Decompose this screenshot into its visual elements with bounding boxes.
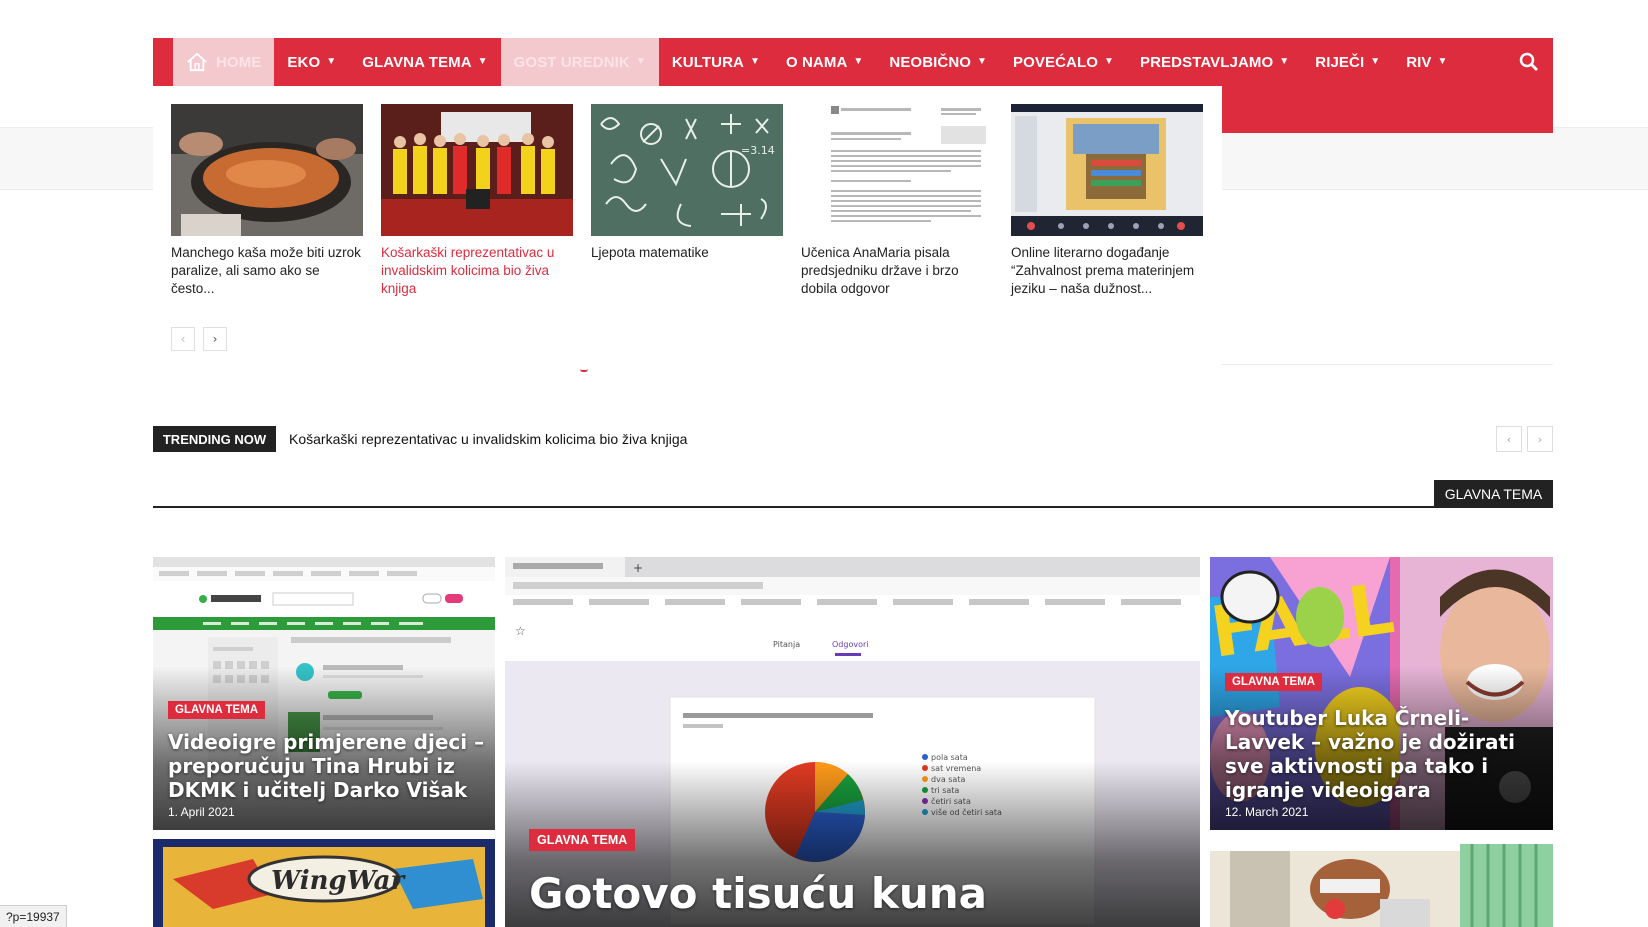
article-date: 1. April 2021 <box>168 805 235 819</box>
article-thumbnail[interactable] <box>801 104 993 236</box>
nav-label: GLAVNA TEMA <box>362 53 472 71</box>
nav-item-rijeci[interactable]: RIJEČI ▼ <box>1302 38 1393 86</box>
search-icon <box>1519 52 1539 72</box>
nav-label: NEOBIČNO <box>889 53 972 71</box>
nav-label: O NAMA <box>785 53 848 71</box>
chevron-down-icon: ▼ <box>1279 55 1290 67</box>
mega-menu-article[interactable]: =3.14 Ljepota matematike <box>591 104 783 262</box>
article-title[interactable]: Ljepota matematike <box>591 244 783 262</box>
nav-item-home[interactable]: HOME <box>173 38 275 86</box>
chevron-down-icon: ▼ <box>1437 55 1448 67</box>
nav-label: POVEĆALO <box>1013 53 1099 71</box>
article-thumbnail[interactable] <box>1011 104 1203 236</box>
nav-label: EKO <box>287 53 321 71</box>
article-tile[interactable]: + ☆ Odgovori Pitanja pola sata sat vreme… <box>505 557 1200 927</box>
section-title[interactable]: GLAVNA TEMA <box>1434 480 1553 508</box>
article-date: 12. March 2021 <box>1225 805 1309 819</box>
nav-label: PREDSTAVLJAMO <box>1140 53 1274 71</box>
chevron-down-icon: ▼ <box>977 55 988 67</box>
trending-headline[interactable]: Košarkaški reprezentativac u invalidskim… <box>289 426 687 452</box>
nav-item-o-nama[interactable]: O NAMA ▼ <box>773 38 876 86</box>
article-title[interactable]: Košarkaški reprezentativac u invalidskim… <box>381 244 573 298</box>
main-nav: HOME EKO ▼ GLAVNA TEMA ▼ GOST UREDNIK ▼ KUL… <box>153 38 1553 86</box>
chevron-down-icon: ▼ <box>635 55 646 67</box>
svg-text:Odgovori: Odgovori <box>832 640 869 649</box>
category-badge[interactable]: GLAVNA TEMA <box>1225 673 1323 691</box>
article-tile[interactable]: GLAVNA TEMA Videoigre primjerene djeci –… <box>153 557 495 830</box>
article-thumbnail[interactable] <box>171 104 363 236</box>
nav-item-riv[interactable]: RIV ▼ <box>1393 38 1460 86</box>
search-button[interactable] <box>1505 38 1553 86</box>
article-title[interactable]: Gotovo tisuću kuna <box>529 869 1169 919</box>
chevron-down-icon: ▼ <box>853 55 864 67</box>
mega-menu-article[interactable]: Učenica AnaMaria pisala predsjedniku drž… <box>801 104 993 298</box>
mega-menu-article[interactable]: Košarkaški reprezentativac u invalidskim… <box>381 104 573 298</box>
trending-next-button[interactable]: › <box>1527 426 1553 452</box>
article-image <box>1210 839 1553 927</box>
mega-prev-button[interactable]: ‹ <box>171 327 195 351</box>
mega-next-button[interactable]: › <box>203 327 227 351</box>
status-bar-url: ?p=19937 <box>0 905 67 927</box>
nav-item-glavna-tema[interactable]: GLAVNA TEMA ▼ <box>349 38 500 86</box>
nav-left-cap <box>153 38 173 86</box>
chevron-down-icon: ▼ <box>749 55 760 67</box>
nav-label: RIJEČI <box>1315 53 1365 71</box>
nav-item-povecalo[interactable]: POVEĆALO ▼ <box>1000 38 1127 86</box>
article-title[interactable]: Youtuber Luka Črneli-Lavvek – važno je d… <box>1225 706 1545 802</box>
trending-prev-button[interactable]: ‹ <box>1496 426 1522 452</box>
nav-label: HOME <box>216 53 262 71</box>
mega-menu-article[interactable]: Manchego kaša može biti uzrok paralize, … <box>171 104 363 298</box>
article-title[interactable]: Videoigre primjerene djeci – preporučuju… <box>168 730 488 802</box>
mega-menu-dropdown: Manchego kaša može biti uzrok paralize, … <box>153 86 1222 368</box>
article-title[interactable]: Učenica AnaMaria pisala predsjedniku drž… <box>801 244 993 298</box>
article-image: WingWar <box>153 839 495 927</box>
nav-item-gost-urednik[interactable]: GOST UREDNIK ▼ <box>500 38 659 86</box>
nav-extension <box>1222 86 1553 133</box>
home-icon <box>187 52 207 72</box>
chevron-down-icon: ▼ <box>1370 55 1381 67</box>
trending-label: TRENDING NOW <box>153 426 276 452</box>
svg-text:+: + <box>633 561 643 575</box>
chevron-down-icon: ▼ <box>477 55 488 67</box>
svg-text:☆: ☆ <box>515 624 526 638</box>
svg-text:WingWar: WingWar <box>271 866 406 896</box>
category-badge[interactable]: GLAVNA TEMA <box>168 701 266 719</box>
nav-label: GOST UREDNIK <box>513 53 630 71</box>
svg-text:=3.14: =3.14 <box>741 144 775 157</box>
loading-indicator <box>580 369 588 372</box>
article-tile[interactable]: FALL GLAVNA TEMA Youtuber Luka Črneli-La… <box>1210 557 1553 830</box>
svg-text:Pitanja: Pitanja <box>773 640 800 649</box>
chevron-down-icon: ▼ <box>326 55 337 67</box>
nav-item-kultura[interactable]: KULTURA ▼ <box>659 38 773 86</box>
article-thumbnail[interactable] <box>381 104 573 236</box>
article-tile[interactable] <box>1210 839 1553 927</box>
nav-item-neobicno[interactable]: NEOBIČNO ▼ <box>876 38 1000 86</box>
divider <box>1222 364 1553 365</box>
nav-label: KULTURA <box>671 53 744 71</box>
article-title[interactable]: Online literarno događanje “Zahvalnost p… <box>1011 244 1203 298</box>
nav-label: RIV <box>1406 53 1432 71</box>
category-badge[interactable]: GLAVNA TEMA <box>529 829 636 851</box>
section-divider <box>153 506 1553 508</box>
nav-item-eko[interactable]: EKO ▼ <box>274 38 349 86</box>
article-thumbnail[interactable]: =3.14 <box>591 104 783 236</box>
article-title[interactable]: Manchego kaša može biti uzrok paralize, … <box>171 244 363 298</box>
article-tile[interactable]: WingWar <box>153 839 495 927</box>
nav-item-predstavljamo[interactable]: PREDSTAVLJAMO ▼ <box>1127 38 1302 86</box>
mega-menu-article[interactable]: Online literarno događanje “Zahvalnost p… <box>1011 104 1203 298</box>
chevron-down-icon: ▼ <box>1104 55 1115 67</box>
